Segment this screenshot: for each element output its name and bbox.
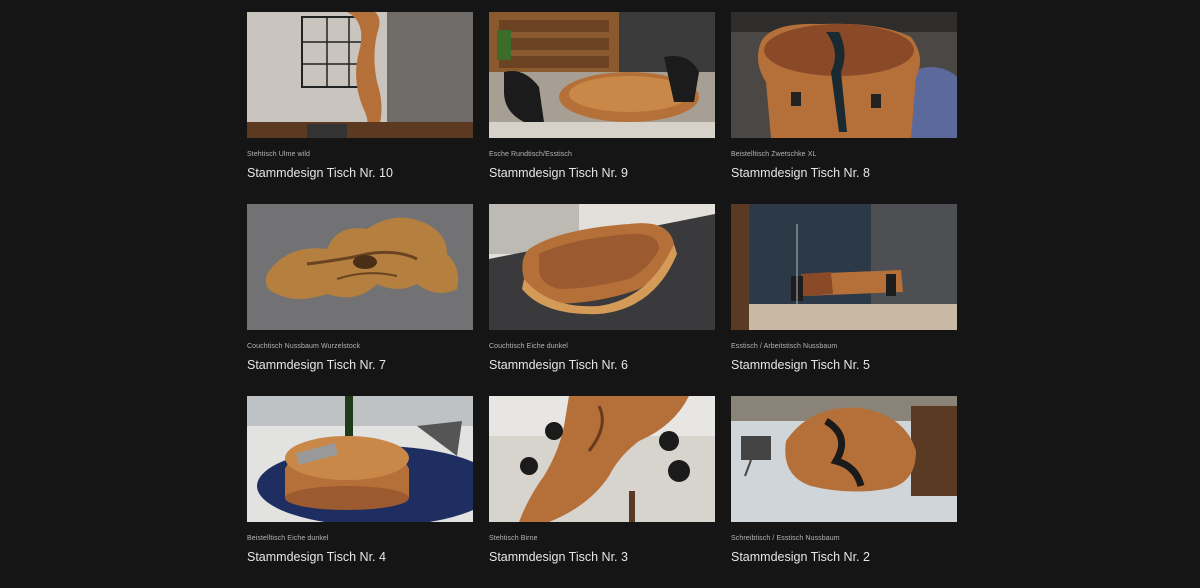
product-subtitle: Schreibtisch / Esstisch Nussbaum [731, 535, 840, 542]
product-image-dark-oak-side-table[interactable] [247, 396, 473, 522]
product-image-round-ash-table[interactable] [489, 12, 715, 138]
product-photo [489, 12, 715, 138]
product-photo [247, 204, 473, 330]
product-photo [731, 12, 957, 138]
product-subtitle: Beistelltisch Eiche dunkel [247, 535, 329, 542]
product-title[interactable]: Stammdesign Tisch Nr. 10 [247, 165, 473, 181]
product-image-walnut-root-table[interactable] [247, 204, 473, 330]
product-title[interactable]: Stammdesign Tisch Nr. 9 [489, 165, 715, 181]
product-card[interactable]: Beistelltisch Eiche dunkel Stammdesign T… [247, 396, 473, 588]
product-gallery: Stehtisch Ulme wild Stammdesign Tisch Nr… [247, 12, 957, 588]
product-photo [489, 204, 715, 330]
product-title[interactable]: Stammdesign Tisch Nr. 4 [247, 549, 473, 565]
product-title[interactable]: Stammdesign Tisch Nr. 5 [731, 357, 957, 373]
product-title[interactable]: Stammdesign Tisch Nr. 8 [731, 165, 957, 181]
product-image-pear-standing-table[interactable] [489, 396, 715, 522]
product-image-plum-side-table[interactable] [731, 12, 957, 138]
product-photo [731, 396, 957, 522]
product-title[interactable]: Stammdesign Tisch Nr. 6 [489, 357, 715, 373]
product-card[interactable]: Beistelltisch Zwetschke XL Stammdesign T… [731, 12, 957, 204]
product-card[interactable]: Stehtisch Birne Stammdesign Tisch Nr. 3 [489, 396, 715, 588]
product-subtitle: Beistelltisch Zwetschke XL [731, 151, 817, 158]
product-subtitle: Stehtisch Birne [489, 535, 538, 542]
product-subtitle: Esstisch / Arbeitstisch Nussbaum [731, 343, 838, 350]
product-card[interactable]: Esche Rundtisch/Esstisch Stammdesign Tis… [489, 12, 715, 204]
product-image-standing-elm-table[interactable] [247, 12, 473, 138]
product-subtitle: Esche Rundtisch/Esstisch [489, 151, 572, 158]
product-card[interactable]: Couchtisch Nussbaum Wurzelstock Stammdes… [247, 204, 473, 396]
product-subtitle: Couchtisch Eiche dunkel [489, 343, 568, 350]
product-photo [247, 396, 473, 522]
product-card[interactable]: Esstisch / Arbeitstisch Nussbaum Stammde… [731, 204, 957, 396]
product-image-walnut-desk[interactable] [731, 396, 957, 522]
product-card[interactable]: Schreibtisch / Esstisch Nussbaum Stammde… [731, 396, 957, 588]
product-subtitle: Stehtisch Ulme wild [247, 151, 310, 158]
product-image-dark-oak-coffee-table[interactable] [489, 204, 715, 330]
product-photo [731, 204, 957, 330]
product-photo [247, 12, 473, 138]
product-title[interactable]: Stammdesign Tisch Nr. 3 [489, 549, 715, 565]
product-image-walnut-dining-table[interactable] [731, 204, 957, 330]
product-photo [489, 396, 715, 522]
product-subtitle: Couchtisch Nussbaum Wurzelstock [247, 343, 361, 350]
product-title[interactable]: Stammdesign Tisch Nr. 7 [247, 357, 473, 373]
product-title[interactable]: Stammdesign Tisch Nr. 2 [731, 549, 957, 565]
product-card[interactable]: Couchtisch Eiche dunkel Stammdesign Tisc… [489, 204, 715, 396]
product-card[interactable]: Stehtisch Ulme wild Stammdesign Tisch Nr… [247, 12, 473, 204]
